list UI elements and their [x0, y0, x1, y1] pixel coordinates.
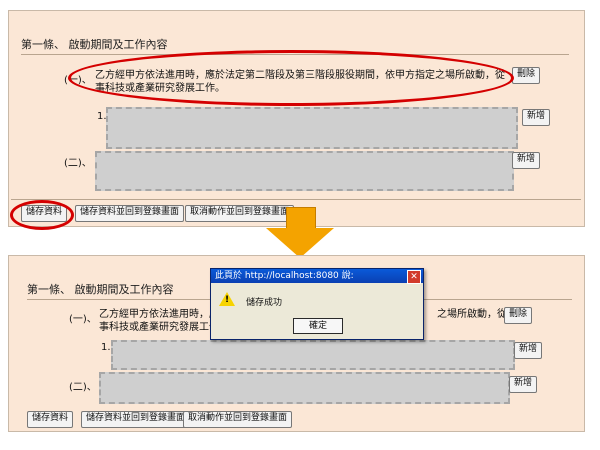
dialog-body: ! 儲存成功 確定: [211, 283, 423, 339]
clause-1-number-bottom: (一)、: [69, 314, 97, 325]
save-button-bottom[interactable]: 儲存資料: [27, 411, 74, 428]
clause-2-textarea[interactable]: [95, 151, 514, 191]
alert-dialog: 此頁於 http://localhost:8080 說: ✕ ! 儲存成功 確定: [210, 268, 424, 340]
clause-2-number: (二)、: [64, 158, 92, 169]
clause-item-1-textarea[interactable]: [106, 107, 518, 149]
delete-button[interactable]: 刪除: [512, 67, 541, 84]
down-arrow-head-icon: [266, 228, 334, 258]
highlight-oval-clause-1: [68, 50, 514, 106]
ok-button[interactable]: 確定: [293, 318, 343, 334]
close-icon[interactable]: ✕: [407, 270, 421, 284]
add-button-item-1[interactable]: 新增: [522, 109, 551, 126]
clause-2-textarea-bottom[interactable]: [99, 372, 510, 404]
section-title: 第一條、 啟動期間及工作內容: [21, 38, 168, 51]
cancel-and-back-button[interactable]: 取消動作並回到登錄畫面: [185, 205, 295, 222]
clause-2-number-bottom: (二)、: [69, 382, 97, 393]
section-title-bottom: 第一條、 啟動期間及工作內容: [27, 283, 174, 296]
screenshot-frame: 第一條、 啟動期間及工作內容 (一)、 乙方經甲方依法進用時，應於法定第二階段及…: [0, 0, 600, 450]
save-and-back-button-bottom[interactable]: 儲存資料並回到登錄畫面: [81, 411, 191, 428]
highlight-oval-save-button: [10, 200, 74, 230]
divider-bottom: [11, 199, 581, 200]
clause-1-text-line1-start: 乙方經甲方依法進用時，應: [99, 309, 219, 320]
clause-item-1-textarea-bottom[interactable]: [111, 340, 515, 370]
save-and-back-button[interactable]: 儲存資料並回到登錄畫面: [75, 205, 185, 222]
dialog-message: 儲存成功: [246, 298, 283, 308]
delete-button-bottom[interactable]: 刪除: [504, 307, 533, 324]
dialog-titlebar[interactable]: 此頁於 http://localhost:8080 說: ✕: [211, 269, 423, 284]
cancel-and-back-button-bottom[interactable]: 取消動作並回到登錄畫面: [183, 411, 293, 428]
form-panel-top: 第一條、 啟動期間及工作內容 (一)、 乙方經甲方依法進用時，應於法定第二階段及…: [8, 10, 585, 227]
warning-exclamation: !: [225, 295, 230, 305]
clause-item-1-number-bottom: 1.: [101, 342, 111, 353]
add-button-clause-2-bottom[interactable]: 新增: [509, 376, 538, 393]
add-button-clause-2[interactable]: 新增: [512, 152, 541, 169]
dialog-title: 此頁於 http://localhost:8080 說:: [215, 271, 354, 281]
add-button-item-1-bottom[interactable]: 新增: [514, 342, 543, 359]
clause-1-text-line1-tail: 之場所啟動，從: [437, 309, 507, 320]
